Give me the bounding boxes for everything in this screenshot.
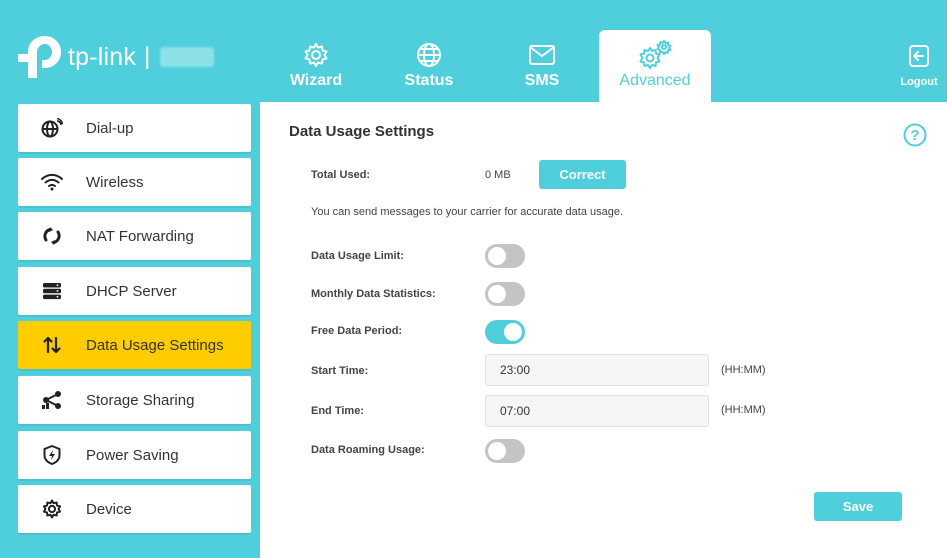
wifi-icon — [18, 173, 86, 191]
end-time-hint: (HH:MM) — [721, 404, 766, 416]
save-button[interactable]: Save — [814, 492, 902, 521]
top-header: tp-link | Wizard Status SMS Advanced Log… — [0, 0, 947, 102]
help-icon[interactable]: ? — [903, 123, 927, 152]
toggle-knob — [488, 285, 506, 303]
sidebar-item-dhcp-server[interactable]: DHCP Server — [18, 267, 251, 315]
globe-icon — [416, 41, 442, 69]
sidebar-item-storage-sharing[interactable]: Storage Sharing — [18, 376, 251, 424]
page-title: Data Usage Settings — [289, 123, 435, 140]
data-usage-limit-label: Data Usage Limit: — [311, 250, 404, 262]
model-name — [160, 47, 215, 67]
gear-icon — [18, 499, 86, 519]
up-down-arrows-icon — [18, 336, 86, 354]
toggle-knob — [504, 323, 522, 341]
share-icon — [18, 390, 86, 410]
sidebar-item-power-saving[interactable]: Power Saving — [18, 431, 251, 479]
server-icon — [18, 282, 86, 300]
tab-status[interactable]: Status — [373, 30, 485, 102]
end-time-label: End Time: — [311, 405, 364, 417]
sidebar-item-dial-up[interactable]: Dial-up — [18, 104, 251, 152]
tab-advanced[interactable]: Advanced — [599, 30, 711, 102]
sidebar-item-label: Power Saving — [86, 446, 179, 464]
nat-icon — [18, 226, 86, 246]
start-time-input[interactable] — [485, 354, 709, 386]
logout-icon — [908, 44, 930, 73]
sidebar-item-label: DHCP Server — [86, 282, 177, 300]
tab-wizard[interactable]: Wizard — [260, 30, 372, 102]
tp-link-logo-icon — [18, 36, 61, 78]
free-data-period-label: Free Data Period: — [311, 325, 403, 337]
envelope-icon — [528, 41, 556, 69]
sidebar: Dial-up Wireless NAT Forwarding DHCP Ser… — [0, 102, 260, 558]
tab-label: Wizard — [289, 72, 343, 89]
sidebar-item-wireless[interactable]: Wireless — [18, 158, 251, 206]
gears-icon — [638, 40, 672, 69]
gear-icon — [303, 41, 329, 69]
sidebar-item-label: Wireless — [86, 173, 144, 191]
total-used-label: Total Used: — [311, 169, 371, 181]
globe-signal-icon — [18, 118, 86, 138]
data-usage-limit-toggle[interactable] — [485, 244, 525, 268]
info-text: You can send messages to your carrier fo… — [311, 206, 624, 218]
sidebar-item-label: NAT Forwarding — [86, 227, 194, 245]
sidebar-item-label: Data Usage Settings — [86, 336, 224, 354]
shield-bolt-icon — [18, 445, 86, 465]
sidebar-item-label: Storage Sharing — [86, 391, 195, 409]
sidebar-item-device[interactable]: Device — [18, 485, 251, 533]
tab-label: Status — [404, 72, 454, 89]
tp-link-logo: tp-link | — [18, 34, 215, 80]
sidebar-item-label: Device — [86, 500, 132, 518]
data-roaming-label: Data Roaming Usage: — [311, 444, 425, 456]
sidebar-item-label: Dial-up — [86, 119, 134, 137]
free-data-period-toggle[interactable] — [485, 320, 525, 344]
tab-label: SMS — [524, 72, 560, 89]
toggle-knob — [488, 247, 506, 265]
end-time-input[interactable] — [485, 395, 709, 427]
monthly-statistics-toggle[interactable] — [485, 282, 525, 306]
logout-label: Logout — [900, 76, 938, 88]
tab-label: Advanced — [619, 72, 691, 89]
total-used-value: 0 MB — [485, 169, 511, 181]
data-roaming-toggle[interactable] — [485, 439, 525, 463]
svg-text:?: ? — [910, 127, 919, 144]
sidebar-item-nat-forwarding[interactable]: NAT Forwarding — [18, 212, 251, 260]
brand-separator: | — [144, 43, 151, 70]
toggle-knob — [488, 442, 506, 460]
brand-name: tp-link — [68, 42, 137, 71]
correct-button[interactable]: Correct — [539, 160, 626, 189]
start-time-label: Start Time: — [311, 365, 369, 377]
tab-sms[interactable]: SMS — [486, 30, 598, 102]
logout-button[interactable]: Logout — [899, 44, 939, 88]
monthly-statistics-label: Monthly Data Statistics: — [311, 288, 436, 300]
start-time-hint: (HH:MM) — [721, 364, 766, 376]
main-content: Data Usage Settings ? Total Used: 0 MB C… — [260, 102, 947, 558]
sidebar-item-data-usage-settings[interactable]: Data Usage Settings — [18, 321, 251, 369]
